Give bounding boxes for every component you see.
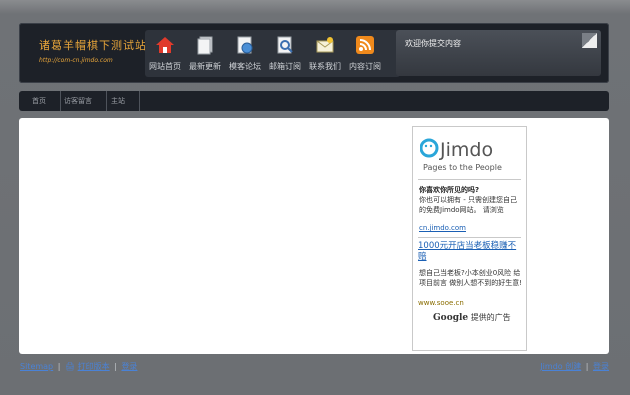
documents-icon — [197, 36, 213, 55]
ad2-title-link[interactable]: 1000元开店当老板稳赚不赔 — [418, 241, 522, 263]
ad2-url-link[interactable]: www.sooe.cn — [418, 299, 464, 307]
footer-separator: | — [57, 362, 61, 371]
nav-contact[interactable]: 联系我们 — [305, 30, 345, 77]
page-fold-icon — [582, 33, 597, 48]
jimdo-tagline: Pages to the People — [423, 163, 502, 172]
footer-left: Sitemap | 🖨 打印版本 | 登录 — [20, 361, 137, 372]
nav-forum[interactable]: 模客论坛 — [225, 30, 265, 77]
main-content: Jimdo Pages to the People 你喜欢你所见的吗? 你也可以… — [19, 118, 609, 354]
ad-divider — [418, 237, 521, 238]
ad2-body: 想自己当老板?小本创业0风险 给项目前言 做别人想不到的好生意! — [419, 269, 523, 287]
sidebar-ad: Jimdo Pages to the People 你喜欢你所见的吗? 你也可以… — [412, 126, 527, 351]
jimdo-logo[interactable]: Jimdo Pages to the People — [420, 134, 520, 176]
envelope-icon — [316, 37, 334, 53]
nav-home[interactable]: 网站首页 — [145, 30, 185, 77]
footer-login-link[interactable]: 登录 — [121, 362, 137, 371]
google-ads-mark[interactable]: Google 提供的广告 — [433, 312, 511, 323]
site-url[interactable]: http://com-cn.jimdo.com — [39, 57, 113, 64]
ad-body: 你也可以拥有 - 只需创建您自己的免费Jimdo网站。 请浏览 — [419, 196, 517, 214]
nav-latest[interactable]: 最新更新 — [185, 30, 225, 77]
nav-rss-label: 内容订阅 — [349, 62, 381, 71]
notice-text[interactable]: 欢迎你提交内容 — [405, 38, 461, 49]
notice-box: 欢迎你提交内容 — [396, 30, 601, 76]
footer-print-link[interactable]: 打印版本 — [78, 362, 110, 371]
footer-sitemap-link[interactable]: Sitemap — [20, 362, 53, 371]
ad-jimdo-link[interactable]: cn.jimdo.com — [419, 224, 466, 232]
nav-rss[interactable]: 内容订阅 — [345, 30, 385, 77]
ad-divider — [418, 179, 521, 180]
footer-jimdo-link[interactable]: Jimdo 创建 — [540, 362, 581, 371]
footer-right: Jimdo 创建 | 登录 — [540, 361, 609, 372]
menu-bar: 首页 访客留言 主站 — [19, 91, 609, 111]
magnifier-document-icon — [277, 36, 293, 54]
google-brand: Google — [433, 313, 469, 323]
google-ads-suffix: 提供的广告 — [470, 313, 511, 322]
rss-icon — [356, 36, 374, 54]
ad-heading: 你喜欢你所见的吗? — [419, 186, 480, 194]
jimdo-brand: Jimdo — [439, 139, 493, 161]
menu-item-main-site[interactable]: 主站 — [98, 91, 140, 111]
home-icon — [156, 37, 174, 53]
site-title[interactable]: 诸葛羊帽棋下测试站 — [39, 37, 147, 53]
footer-separator: | — [114, 362, 117, 371]
footer-separator: | — [585, 362, 589, 371]
nav-subscribe-mail[interactable]: 邮箱订阅 — [265, 30, 305, 77]
site-header: 诸葛羊帽棋下测试站 http://com-cn.jimdo.com 网站首页 最… — [19, 23, 609, 83]
printer-icon: 🖨 — [64, 362, 76, 371]
footer-right-login-link[interactable]: 登录 — [593, 362, 609, 371]
icon-nav-bar: 网站首页 最新更新 模客论坛 邮箱订阅 联系我们 内容订阅 — [145, 30, 400, 77]
globe-document-icon — [237, 36, 253, 54]
